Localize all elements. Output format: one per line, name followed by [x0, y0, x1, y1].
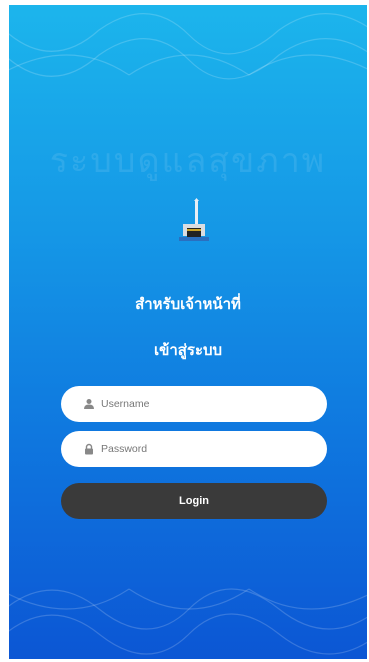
crescent-kaaba-logo-icon — [175, 198, 209, 252]
password-input[interactable] — [101, 443, 301, 455]
subtitle-staff: สำหรับเจ้าหน้าที่ — [135, 295, 241, 313]
login-screen: ระบบดูแลสุขภาพ สำหรับเจ้าหน้าที่ เข้าสู่… — [9, 5, 367, 659]
top-wave-decoration — [9, 13, 367, 80]
background-watermark-text: ระบบดูแลสุขภาพ — [49, 141, 327, 181]
bottom-wave-decoration — [9, 588, 367, 655]
user-icon — [83, 398, 95, 410]
page-title: เข้าสู่ระบบ — [153, 341, 223, 359]
lock-icon — [83, 443, 95, 455]
username-input[interactable] — [101, 398, 301, 410]
login-button[interactable]: Login — [61, 483, 327, 519]
password-field[interactable] — [61, 431, 327, 467]
username-field[interactable] — [61, 386, 327, 422]
